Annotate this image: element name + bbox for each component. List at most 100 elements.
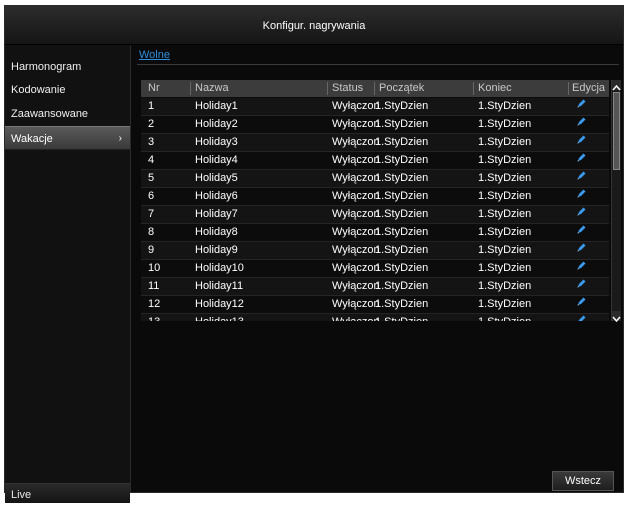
main-panel: Wolne Nr Nazwa Status Początek Koniec Ed… — [132, 45, 621, 491]
cell-name: Holiday1 — [195, 100, 238, 112]
table-header: Nr Nazwa Status Początek Koniec Edycja — [141, 80, 609, 97]
cell-name: Holiday3 — [195, 136, 238, 148]
sidebar-item-wakacje[interactable]: Wakacje › — [5, 126, 130, 150]
pencil-icon[interactable] — [576, 116, 587, 127]
sidebar: Harmonogram Kodowanie Zaawansowane Wakac… — [5, 45, 131, 503]
table-scrollbar[interactable] — [611, 80, 621, 323]
cell-name: Holiday4 — [195, 154, 238, 166]
cell-nr: 7 — [148, 208, 155, 220]
table-row[interactable]: 7 Holiday7 Wyłączon 1.StyDzien 1.StyDzien — [141, 206, 609, 224]
cell-end: 1.StyDzien — [478, 226, 532, 238]
cell-nr: 12 — [148, 298, 161, 310]
cell-end: 1.StyDzien — [478, 280, 532, 292]
cell-status: Wyłączon — [332, 100, 380, 112]
cell-status: Wyłączon — [332, 154, 380, 166]
cell-name: Holiday7 — [195, 208, 238, 220]
pencil-icon[interactable] — [576, 242, 587, 253]
table-row[interactable]: 8 Holiday8 Wyłączon 1.StyDzien 1.StyDzien — [141, 224, 609, 242]
cell-start: 1.StyDzien — [375, 314, 428, 321]
cell-nr: 8 — [148, 226, 155, 238]
sidebar-item-kodowanie[interactable]: Kodowanie — [5, 78, 130, 102]
cell-status: Wyłączon — [332, 136, 380, 148]
cell-start: 1.StyDzien — [375, 190, 429, 202]
cell-end: 1.StyDzien — [478, 118, 532, 130]
pencil-icon[interactable] — [576, 188, 587, 199]
cell-status: Wyłączon — [332, 118, 380, 130]
table-row[interactable]: 12 Holiday12 Wyłączon 1.StyDzien 1.StyDzien — [141, 296, 609, 314]
pencil-icon[interactable] — [576, 260, 587, 271]
tab-wolne[interactable]: Wolne — [139, 49, 170, 61]
table-row[interactable]: 6 Holiday6 Wyłączon 1.StyDzien 1.StyDzien — [141, 188, 609, 206]
pencil-icon[interactable] — [576, 170, 587, 181]
cell-start: 1.StyDzien — [375, 118, 429, 130]
column-separator — [327, 82, 328, 95]
cell-name: Holiday6 — [195, 190, 238, 202]
cell-start: 1.StyDzien — [375, 280, 429, 292]
cell-start: 1.StyDzien — [375, 154, 429, 166]
cell-status: Wyłączon — [332, 298, 380, 310]
cell-start: 1.StyDzien — [375, 226, 429, 238]
sidebar-item-zaawansowane[interactable]: Zaawansowane — [5, 102, 130, 126]
column-header-status: Status — [332, 82, 364, 94]
config-window: Konfigur. nagrywania Harmonogram Kodowan… — [4, 5, 624, 503]
sidebar-item-label: Wakacje — [11, 133, 53, 145]
scroll-thumb[interactable] — [613, 92, 620, 170]
column-header-poczatek: Początek — [379, 82, 425, 94]
holiday-table: Nr Nazwa Status Początek Koniec Edycja 1… — [141, 80, 609, 321]
pencil-icon[interactable] — [576, 224, 587, 235]
scroll-down-icon[interactable] — [612, 311, 621, 323]
cell-status: Wyłączon — [332, 262, 380, 274]
column-separator — [374, 82, 375, 95]
cell-nr: 10 — [148, 262, 161, 274]
cell-start: 1.StyDzien — [375, 208, 429, 220]
cell-nr: 9 — [148, 244, 155, 256]
cell-nr: 6 — [148, 190, 155, 202]
column-separator — [473, 82, 474, 95]
cell-end: 1.StyDzien — [478, 314, 531, 321]
cell-end: 1.StyDzien — [478, 208, 532, 220]
cell-status: Wyłączon — [332, 190, 380, 202]
cell-end: 1.StyDzien — [478, 100, 532, 112]
pencil-icon[interactable] — [576, 206, 587, 217]
pencil-icon[interactable] — [576, 98, 587, 109]
table-row[interactable]: 9 Holiday9 Wyłączon 1.StyDzien 1.StyDzien — [141, 242, 609, 260]
sidebar-item-harmonogram[interactable]: Harmonogram — [5, 55, 130, 79]
back-button[interactable]: Wstecz — [552, 471, 614, 491]
sidebar-item-label: Kodowanie — [11, 84, 66, 96]
cell-nr: 3 — [148, 136, 155, 148]
pencil-icon[interactable] — [576, 296, 587, 307]
table-row[interactable]: 13Holiday13Wyłączon1.StyDzien1.StyDzien — [141, 314, 609, 321]
live-button[interactable]: Live — [5, 483, 130, 503]
pencil-icon[interactable] — [576, 134, 587, 145]
table-row[interactable]: 1 Holiday1 Wyłączon 1.StyDzien 1.StyDzien — [141, 98, 609, 116]
cell-status: Wyłączon — [332, 172, 380, 184]
cell-end: 1.StyDzien — [478, 190, 532, 202]
live-label: Live — [11, 489, 32, 501]
scroll-up-icon[interactable] — [612, 80, 621, 91]
pencil-icon[interactable] — [576, 278, 587, 289]
cell-nr: 1 — [148, 100, 155, 112]
pencil-icon[interactable] — [576, 152, 587, 163]
cell-name: Holiday11 — [195, 280, 244, 292]
cell-nr: 11 — [148, 280, 160, 292]
cell-start: 1.StyDzien — [375, 262, 429, 274]
table-row[interactable]: 2 Holiday2 Wyłączon 1.StyDzien 1.StyDzien — [141, 116, 609, 134]
cell-end: 1.StyDzien — [478, 136, 532, 148]
table-row[interactable]: 10 Holiday10 Wyłączon 1.StyDzien 1.StyDzien — [141, 260, 609, 278]
table-row[interactable]: 3 Holiday3 Wyłączon 1.StyDzien 1.StyDzien — [141, 134, 609, 152]
cell-end: 1.StyDzien — [478, 172, 532, 184]
cell-nr: 4 — [148, 154, 155, 166]
cell-status: Wyłączon — [332, 314, 380, 321]
cell-status: Wyłączon — [332, 208, 380, 220]
window-title: Konfigur. nagrywania — [5, 6, 623, 45]
table-row[interactable]: 5 Holiday5 Wyłączon 1.StyDzien 1.StyDzien — [141, 170, 609, 188]
cell-start: 1.StyDzien — [375, 136, 429, 148]
cell-name: Holiday13 — [195, 314, 244, 321]
cell-status: Wyłączon — [332, 280, 380, 292]
cell-name: Holiday9 — [195, 244, 238, 256]
column-header-edycja: Edycja — [572, 82, 606, 94]
table-row[interactable]: 4 Holiday4 Wyłączon 1.StyDzien 1.StyDzien — [141, 152, 609, 170]
pencil-icon[interactable] — [576, 314, 587, 321]
table-row[interactable]: 11 Holiday11 Wyłączon 1.StyDzien 1.StyDzien — [141, 278, 609, 296]
cell-name: Holiday12 — [195, 298, 244, 310]
